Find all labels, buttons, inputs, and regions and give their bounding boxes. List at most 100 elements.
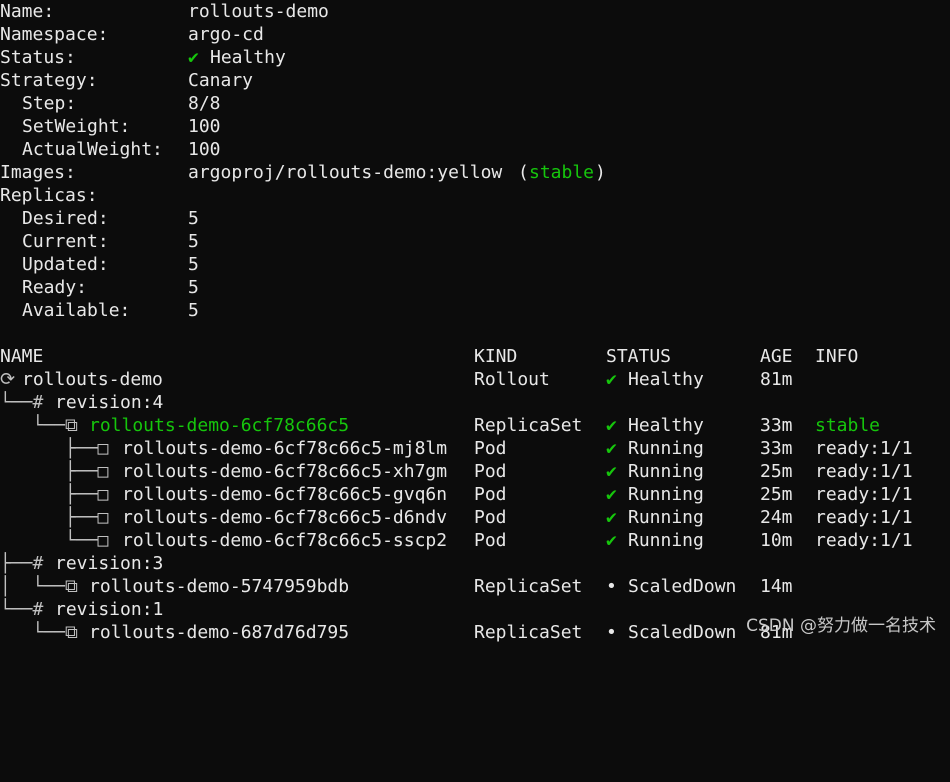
status-label: Status: — [0, 47, 76, 68]
checkmark-icon: ✔ — [606, 484, 617, 505]
desired-value: 5 — [188, 208, 199, 229]
header-kind: KIND — [474, 346, 518, 367]
row-status: Running — [628, 507, 704, 528]
checkmark-icon: ✔ — [606, 438, 617, 459]
current-label: Current: — [22, 231, 109, 252]
updated-value: 5 — [188, 254, 199, 275]
replicaset-icon: └──⧉ — [0, 415, 89, 436]
row-name: rollouts-demo-687d76d795 — [89, 622, 350, 643]
row-kind: Pod — [474, 438, 507, 459]
row-name: rollouts-demo-6cf78c66c5-gvq6n — [122, 484, 448, 505]
bullet-icon: • — [606, 576, 617, 597]
pod-icon: ├──□ — [0, 461, 120, 482]
row-info: ready:1/1 — [815, 438, 913, 459]
replicas-label: Replicas: — [0, 185, 98, 206]
tree-row-pod: ├──□ rollouts-demo-6cf78c66c5-d6ndv Pod … — [0, 506, 913, 529]
row-info: stable — [815, 415, 881, 436]
tree-row-revision: └──# revision:1 — [0, 598, 163, 621]
tree-row-revision: └──# revision:4 — [0, 391, 163, 414]
actualweight-value: 100 — [188, 139, 221, 160]
step-label: Step: — [22, 93, 77, 114]
ready-row: Ready: 5 — [0, 276, 199, 299]
replicas-row: Replicas: — [0, 184, 98, 207]
ready-value: 5 — [188, 277, 199, 298]
namespace-row: Namespace: argo-cd — [0, 23, 264, 46]
row-name: revision:4 — [55, 392, 164, 413]
images-open-paren: ( — [518, 162, 529, 183]
header-age: AGE — [760, 346, 793, 367]
available-value: 5 — [188, 300, 199, 321]
images-stable-tag: stable — [529, 162, 595, 183]
pod-icon: ├──□ — [0, 438, 120, 459]
checkmark-icon: ✔ — [606, 530, 617, 551]
setweight-value: 100 — [188, 116, 221, 137]
pod-icon: └──□ — [0, 530, 120, 551]
checkmark-icon: ✔ — [606, 369, 617, 390]
tree-row-pod: ├──□ rollouts-demo-6cf78c66c5-gvq6n Pod … — [0, 483, 913, 506]
row-kind: ReplicaSet — [474, 576, 583, 597]
desired-row: Desired: 5 — [0, 207, 199, 230]
tree-row-replicaset: │ └──⧉ rollouts-demo-5747959bdb ReplicaS… — [0, 575, 793, 598]
row-kind: Pod — [474, 461, 507, 482]
images-close-paren: ) — [595, 162, 606, 183]
tree-row-replicaset: └──⧉ rollouts-demo-6cf78c66c5 ReplicaSet… — [0, 414, 881, 437]
status-value: Healthy — [210, 47, 286, 68]
pod-icon: ├──□ — [0, 484, 120, 505]
header-info: INFO — [815, 346, 859, 367]
tree-row-rollout: ⟳ rollouts-demo Rollout ✔ Healthy 81m — [0, 368, 793, 391]
images-value: argoproj/rollouts-demo:yellow — [188, 162, 503, 183]
row-kind: Pod — [474, 507, 507, 528]
step-value: 8/8 — [188, 93, 221, 114]
row-status: Healthy — [628, 415, 704, 436]
row-kind: Pod — [474, 530, 507, 551]
row-status: ScaledDown — [628, 576, 737, 597]
row-status: Running — [628, 438, 704, 459]
strategy-row: Strategy: Canary — [0, 69, 253, 92]
row-info: ready:1/1 — [815, 484, 913, 505]
row-info: ready:1/1 — [815, 530, 913, 551]
row-kind: Rollout — [474, 369, 550, 390]
setweight-row: SetWeight: 100 — [0, 115, 221, 138]
row-age: 33m — [760, 415, 793, 436]
row-age: 33m — [760, 438, 793, 459]
setweight-label: SetWeight: — [22, 116, 131, 137]
row-age: 24m — [760, 507, 793, 528]
tree-branch: └──# — [0, 599, 55, 620]
row-age: 25m — [760, 484, 793, 505]
watermark: CSDN @努力做一名技术 — [746, 616, 936, 636]
step-row: Step: 8/8 — [0, 92, 221, 115]
namespace-value: argo-cd — [188, 24, 264, 45]
checkmark-icon: ✔ — [606, 461, 617, 482]
available-label: Available: — [22, 300, 131, 321]
ready-label: Ready: — [22, 277, 88, 298]
tree-row-pod: ├──□ rollouts-demo-6cf78c66c5-mj8lm Pod … — [0, 437, 913, 460]
name-label: Name: — [0, 1, 55, 22]
tree-row-pod: └──□ rollouts-demo-6cf78c66c5-sscp2 Pod … — [0, 529, 913, 552]
actualweight-label: ActualWeight: — [22, 139, 163, 160]
namespace-label: Namespace: — [0, 24, 109, 45]
row-name: revision:1 — [55, 599, 164, 620]
row-kind: ReplicaSet — [474, 622, 583, 643]
row-age: 25m — [760, 461, 793, 482]
tree-branch: ├──# — [0, 553, 55, 574]
row-status: Running — [628, 461, 704, 482]
row-name: rollouts-demo-6cf78c66c5-sscp2 — [122, 530, 448, 551]
row-kind: ReplicaSet — [474, 415, 583, 436]
images-label: Images: — [0, 162, 76, 183]
images-row: Images: argoproj/rollouts-demo:yellow ( … — [0, 161, 606, 184]
header-status: STATUS — [606, 346, 672, 367]
strategy-label: Strategy: — [0, 70, 98, 91]
replicaset-icon: └──⧉ — [0, 622, 89, 643]
row-info: ready:1/1 — [815, 507, 913, 528]
row-status: ScaledDown — [628, 622, 737, 643]
updated-row: Updated: 5 — [0, 253, 199, 276]
current-row: Current: 5 — [0, 230, 199, 253]
updated-label: Updated: — [22, 254, 109, 275]
pod-icon: ├──□ — [0, 507, 120, 528]
tree-row-revision: ├──# revision:3 — [0, 552, 163, 575]
name-row: Name: rollouts-demo — [0, 0, 329, 23]
tree-branch: └──# — [0, 392, 55, 413]
status-row: Status: ✔ Healthy — [0, 46, 286, 69]
tree-row-replicaset: └──⧉ rollouts-demo-687d76d795 ReplicaSet… — [0, 621, 793, 644]
row-name: rollouts-demo-6cf78c66c5-xh7gm — [122, 461, 448, 482]
